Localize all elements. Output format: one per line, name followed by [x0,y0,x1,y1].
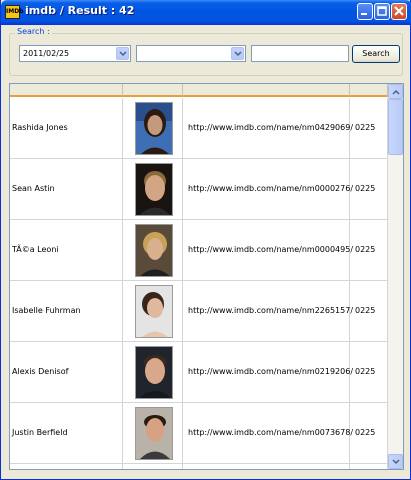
name-cell[interactable]: Isabelle Fuhrman [10,281,123,342]
chevron-down-icon [119,51,127,57]
actor-photo [135,102,173,155]
close-icon [394,6,404,16]
window-title: imdb / Result : 42 [25,4,135,17]
chevron-down-icon [392,459,400,465]
photo-cell[interactable] [123,403,183,464]
date-cell[interactable] [350,464,388,469]
close-button[interactable] [391,3,407,20]
url-cell[interactable]: http://www.imdb.com/name/nm0073678/ [183,403,354,464]
table-row[interactable]: Rashida Jones http://www.imdb.com/name/n… [10,98,388,159]
app-window: IMDb imdb / Result : 42 Search : 2011/02… [0,0,411,480]
actor-name: Rashida Jones [12,123,68,132]
date-cell[interactable]: 0225 [350,403,388,464]
date-value: 2011/02/25 [23,49,70,58]
photo-cell[interactable] [123,220,183,281]
url-cell[interactable]: http://www.imdb.com/name/nm0429069/ [183,98,354,159]
actor-photo [135,346,173,399]
url-cell[interactable]: http://www.imdb.com/name/nm0219206/ [183,342,354,403]
results-grid: Rashida Jones http://www.imdb.com/name/n… [9,83,404,470]
table-row[interactable]: Isabelle Fuhrman http://www.imdb.com/nam… [10,281,388,342]
photo-cell[interactable] [123,159,183,220]
imdb-url: http://www.imdb.com/name/nm0429069/ [188,123,354,132]
table-row-partial[interactable] [10,464,388,469]
table-row[interactable]: Justin Berfield http://www.imdb.com/name… [10,403,388,464]
column-header-photo[interactable] [123,84,183,97]
imdb-app-icon: IMDb [5,5,23,19]
date-code: 0225 [355,123,376,132]
actor-photo [135,224,173,277]
name-cell[interactable]: Sean Astin [10,159,123,220]
search-group-label: Search : [15,27,52,36]
filter-combobox[interactable] [136,45,246,62]
url-cell[interactable]: http://www.imdb.com/name/nm0000276/ [183,159,354,220]
date-cell[interactable]: 0225 [350,342,388,403]
photo-cell[interactable] [123,98,183,159]
actor-name: Sean Astin [12,184,55,193]
actor-name: Alexis Denisof [12,367,69,376]
url-cell[interactable] [183,464,350,469]
search-button[interactable]: Search [352,45,400,63]
url-cell[interactable]: http://www.imdb.com/name/nm2265157/ [183,281,354,342]
actor-name: TÃ©a Leoni [12,245,59,254]
chevron-down-icon [234,51,242,57]
url-cell[interactable]: http://www.imdb.com/name/nm0000495/ [183,220,354,281]
title-bar[interactable]: IMDb imdb / Result : 42 [1,0,411,25]
name-cell[interactable]: Justin Berfield [10,403,123,464]
photo-cell[interactable] [123,342,183,403]
date-cell[interactable]: 0225 [350,159,388,220]
name-cell[interactable]: Rashida Jones [10,98,123,159]
date-cell[interactable]: 0225 [350,281,388,342]
photo-cell[interactable] [123,464,183,469]
photo-cell[interactable] [123,281,183,342]
imdb-url: http://www.imdb.com/name/nm2265157/ [188,306,354,315]
imdb-url: http://www.imdb.com/name/nm0000276/ [188,184,354,193]
minimize-icon [361,13,367,15]
column-header-name[interactable] [10,84,123,97]
actor-photo [135,285,173,338]
chevron-up-icon [392,89,400,95]
minimize-button[interactable] [357,3,373,20]
name-cell[interactable]: Alexis Denisof [10,342,123,403]
maximize-button[interactable] [374,3,390,20]
name-cell[interactable] [10,464,123,469]
date-code: 0225 [355,184,376,193]
date-combobox[interactable]: 2011/02/25 [19,45,131,62]
actor-photo [135,163,173,216]
date-code: 0225 [355,428,376,437]
actor-photo [135,407,173,460]
column-header-date[interactable] [350,84,388,97]
actor-name: Justin Berfield [12,428,68,437]
scroll-down-button[interactable] [388,454,403,469]
imdb-url: http://www.imdb.com/name/nm0219206/ [188,367,354,376]
date-code: 0225 [355,245,376,254]
search-text-input[interactable] [251,45,349,62]
date-code: 0225 [355,306,376,315]
vertical-scrollbar[interactable] [388,84,403,469]
maximize-icon [377,6,387,16]
scroll-up-button[interactable] [388,84,403,99]
date-code: 0225 [355,367,376,376]
grid-rows: Rashida Jones http://www.imdb.com/name/n… [10,98,388,469]
date-cell[interactable]: 0225 [350,220,388,281]
scroll-thumb[interactable] [388,99,403,155]
imdb-url: http://www.imdb.com/name/nm0000495/ [188,245,354,254]
grid-header [10,84,388,97]
table-row[interactable]: Sean Astin http://www.imdb.com/name/nm00… [10,159,388,220]
date-dropdown-button[interactable] [116,47,129,60]
table-row[interactable]: Alexis Denisof http://www.imdb.com/name/… [10,342,388,403]
actor-name: Isabelle Fuhrman [12,306,81,315]
date-cell[interactable]: 0225 [350,98,388,159]
table-row[interactable]: TÃ©a Leoni http://www.imdb.com/name/nm00… [10,220,388,281]
imdb-url: http://www.imdb.com/name/nm0073678/ [188,428,354,437]
column-header-url[interactable] [183,84,350,97]
name-cell[interactable]: TÃ©a Leoni [10,220,123,281]
filter-dropdown-button[interactable] [231,47,244,60]
